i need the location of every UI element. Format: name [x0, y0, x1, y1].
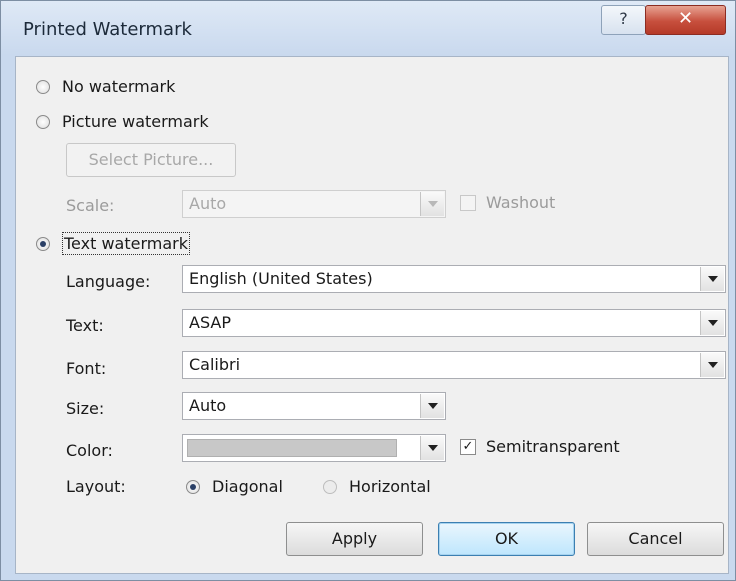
picture-watermark-radio[interactable]	[36, 115, 50, 129]
chevron-down-icon	[700, 311, 724, 335]
no-watermark-label: No watermark	[62, 77, 176, 96]
washout-option[interactable]: Washout	[458, 191, 598, 215]
picture-watermark-option[interactable]: Picture watermark	[36, 111, 256, 133]
chevron-down-icon	[700, 267, 724, 291]
dialog-body: No watermark Picture watermark Select Pi…	[15, 56, 729, 574]
scale-select[interactable]: Auto	[182, 190, 446, 218]
layout-diagonal-option[interactable]: Diagonal	[186, 475, 316, 499]
dialog-title: Printed Watermark	[23, 19, 192, 40]
language-label: Language:	[66, 272, 151, 291]
language-value: English (United States)	[189, 269, 373, 288]
color-select[interactable]	[182, 434, 446, 462]
help-button[interactable]: ?	[601, 5, 646, 35]
text-label: Text:	[66, 316, 104, 335]
chevron-down-icon	[420, 394, 444, 418]
color-swatch	[187, 439, 397, 457]
close-button[interactable]: ✕	[645, 5, 726, 35]
picture-watermark-label: Picture watermark	[62, 112, 209, 131]
text-watermark-option[interactable]: Text watermark	[36, 232, 236, 256]
horizontal-label: Horizontal	[349, 477, 431, 496]
washout-checkbox[interactable]	[460, 195, 476, 211]
semitransparent-option[interactable]: ✓ Semitransparent	[458, 435, 658, 459]
font-label: Font:	[66, 359, 107, 378]
diagonal-label: Diagonal	[212, 477, 283, 496]
size-value: Auto	[189, 396, 227, 415]
help-icon: ?	[619, 9, 628, 28]
scale-value: Auto	[189, 194, 227, 213]
text-select[interactable]: ASAP	[182, 309, 726, 337]
size-select[interactable]: Auto	[182, 392, 446, 420]
scale-label: Scale:	[66, 196, 115, 215]
close-icon: ✕	[677, 8, 694, 29]
horizontal-radio[interactable]	[323, 480, 337, 494]
semitransparent-label: Semitransparent	[486, 437, 620, 456]
chevron-down-icon	[420, 192, 444, 216]
apply-button[interactable]: Apply	[286, 522, 423, 556]
text-watermark-radio[interactable]	[36, 237, 50, 251]
layout-label: Layout:	[66, 477, 126, 496]
size-label: Size:	[66, 399, 105, 418]
text-watermark-label: Text watermark	[62, 232, 190, 255]
title-bar[interactable]: Printed Watermark ? ✕	[1, 1, 735, 55]
cancel-button[interactable]: Cancel	[587, 522, 724, 556]
language-select[interactable]: English (United States)	[182, 265, 726, 293]
no-watermark-option[interactable]: No watermark	[36, 76, 236, 98]
font-select[interactable]: Calibri	[182, 351, 726, 379]
chevron-down-icon	[420, 436, 444, 460]
layout-horizontal-option[interactable]: Horizontal	[323, 475, 463, 499]
printed-watermark-dialog: Printed Watermark ? ✕ No watermark Pictu…	[0, 0, 736, 581]
diagonal-radio[interactable]	[186, 480, 200, 494]
washout-label: Washout	[486, 193, 556, 212]
color-label: Color:	[66, 441, 113, 460]
text-value: ASAP	[189, 313, 231, 332]
font-value: Calibri	[189, 355, 241, 374]
check-icon[interactable]: ✓	[460, 439, 476, 455]
ok-button[interactable]: OK	[438, 522, 575, 556]
select-picture-button[interactable]: Select Picture...	[66, 143, 236, 177]
chevron-down-icon	[700, 353, 724, 377]
no-watermark-radio[interactable]	[36, 80, 50, 94]
